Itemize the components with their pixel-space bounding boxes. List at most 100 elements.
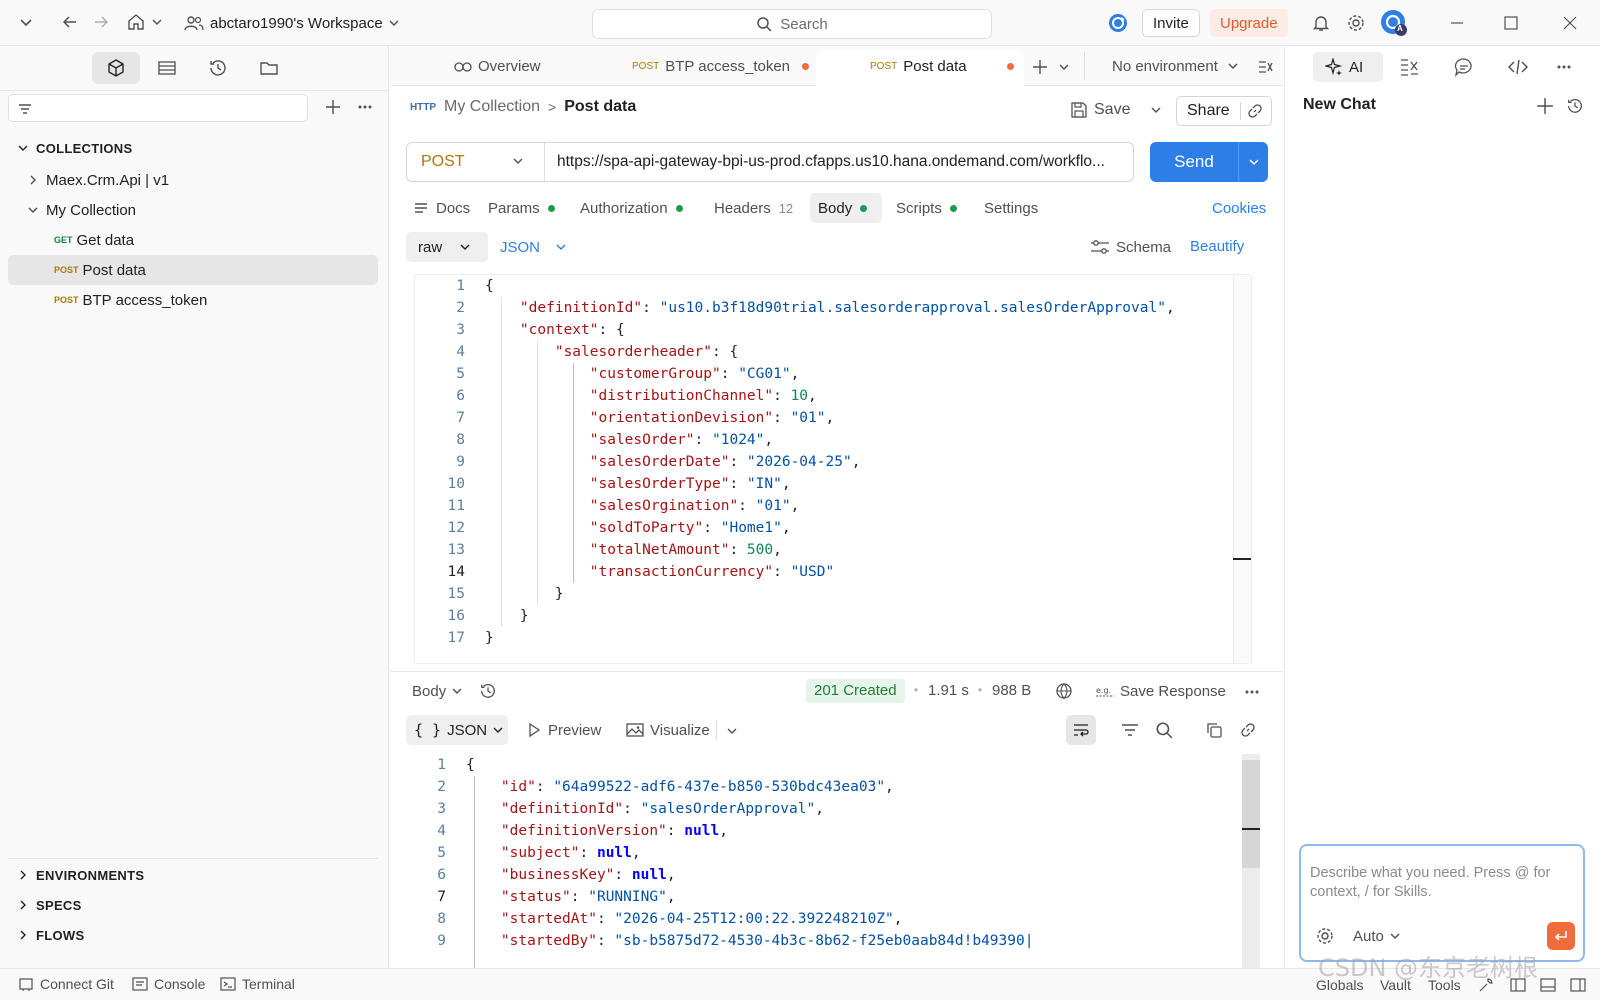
forward-arrow-icon[interactable] xyxy=(91,12,111,32)
environments-section[interactable]: ENVIRONMENTS xyxy=(18,863,144,887)
layout-right-pane-icon[interactable] xyxy=(1570,977,1586,993)
tab-body[interactable]: Body xyxy=(818,193,868,223)
more-options-icon[interactable] xyxy=(1553,56,1575,78)
chevron-down-icon[interactable] xyxy=(1056,59,1072,75)
layout-bottom-pane-icon[interactable] xyxy=(1540,977,1556,993)
scroll-thumb[interactable] xyxy=(1233,558,1251,560)
tab-post-data[interactable]: POST Post data xyxy=(870,46,1014,86)
cookies-link[interactable]: Cookies xyxy=(1212,193,1266,223)
visualize-tab[interactable]: Visualize xyxy=(626,715,710,745)
flows-section[interactable]: FLOWS xyxy=(18,923,84,947)
add-tab-icon[interactable] xyxy=(1030,57,1050,77)
tab-params[interactable]: Params xyxy=(488,193,555,223)
environment-select[interactable]: No environment xyxy=(1112,46,1238,86)
tab-authorization[interactable]: Authorization xyxy=(580,193,683,223)
workspace-switcher[interactable]: abctaro1990's Workspace xyxy=(184,10,399,36)
request-item-btp-access-token[interactable]: POST BTP access_token xyxy=(8,285,378,315)
tab-docs[interactable]: Docs xyxy=(414,193,470,223)
response-body-select[interactable]: Body xyxy=(412,676,462,706)
filter-input[interactable] xyxy=(8,94,308,122)
save-button[interactable]: Save xyxy=(1070,95,1130,125)
ai-tab[interactable]: AI xyxy=(1313,52,1383,82)
tab-scripts[interactable]: Scripts xyxy=(896,193,957,223)
tab-btp-access-token[interactable]: POST BTP access_token xyxy=(632,46,810,86)
body-format-select[interactable]: JSON xyxy=(500,232,566,262)
avatar[interactable]: A xyxy=(1380,9,1408,37)
link-icon[interactable] xyxy=(1238,720,1258,740)
terminal-button[interactable]: Terminal xyxy=(220,976,295,992)
breadcrumb-collection[interactable]: My Collection xyxy=(444,98,540,116)
upgrade-button[interactable]: Upgrade xyxy=(1210,9,1288,37)
invite-button[interactable]: Invite xyxy=(1142,9,1200,37)
gear-icon[interactable] xyxy=(1345,12,1367,34)
send-message-button[interactable] xyxy=(1547,922,1575,950)
minimize-icon[interactable] xyxy=(1446,12,1468,34)
network-icon[interactable] xyxy=(1054,681,1074,701)
back-arrow-icon[interactable] xyxy=(60,12,80,32)
save-response-button[interactable]: e.g. Save Response xyxy=(1096,676,1226,706)
history-icon[interactable] xyxy=(478,681,498,701)
chevron-down-icon[interactable] xyxy=(16,12,36,32)
request-item-get-data[interactable]: GET Get data xyxy=(8,225,378,255)
send-button[interactable]: Send xyxy=(1150,152,1238,172)
history-icon[interactable] xyxy=(207,58,229,78)
global-search-input[interactable]: Search xyxy=(592,9,992,39)
response-format-select[interactable]: { } JSON xyxy=(406,715,508,745)
mode-select[interactable]: Auto xyxy=(1353,926,1400,946)
link-icon[interactable] xyxy=(1241,103,1269,119)
history-icon[interactable] xyxy=(1565,96,1585,116)
wrap-lines-button[interactable] xyxy=(1066,715,1096,745)
collection-maex-crm-api[interactable]: Maex.Crm.Api | v1 xyxy=(8,165,378,195)
request-item-post-data[interactable]: POST Post data xyxy=(8,255,378,285)
response-body-viewer[interactable]: 123456789 { "id": "64a99522-adf6-437e-b8… xyxy=(406,754,1260,968)
scroll-thumb[interactable] xyxy=(1242,760,1260,868)
editor-scrollbar[interactable] xyxy=(1233,275,1251,663)
tab-headers[interactable]: Headers 12 xyxy=(714,193,793,223)
copy-icon[interactable] xyxy=(1204,720,1224,740)
beautify-button[interactable]: Beautify xyxy=(1190,238,1244,255)
collection-my-collection[interactable]: My Collection xyxy=(8,195,378,225)
tab-settings[interactable]: Settings xyxy=(984,193,1038,223)
chat-input[interactable]: Describe what you need. Press @ for cont… xyxy=(1310,864,1574,902)
sync-status-icon[interactable] xyxy=(1106,11,1130,35)
chevron-down-icon[interactable] xyxy=(150,14,164,30)
collections-nav-button[interactable] xyxy=(92,52,140,84)
chevron-down-icon[interactable] xyxy=(1239,157,1268,167)
variables-icon[interactable] xyxy=(1399,56,1421,78)
share-button[interactable]: Share xyxy=(1177,102,1241,120)
more-options-icon[interactable] xyxy=(1242,682,1262,702)
chevron-down-icon[interactable] xyxy=(1148,102,1164,118)
specs-section[interactable]: SPECS xyxy=(18,893,82,917)
gear-icon[interactable] xyxy=(1315,926,1335,946)
environment-quick-look-icon[interactable] xyxy=(1256,57,1276,77)
environments-icon[interactable] xyxy=(156,58,178,78)
tab-label: Scripts xyxy=(896,199,942,217)
preview-tab[interactable]: Preview xyxy=(526,715,601,745)
connect-git-button[interactable]: Connect Git xyxy=(18,976,114,992)
schema-button[interactable]: Schema xyxy=(1090,232,1171,262)
url-input[interactable]: https://spa-api-gateway-bpi-us-prod.cfap… xyxy=(557,153,1127,173)
new-chat-icon[interactable] xyxy=(1535,96,1555,116)
console-button[interactable]: Console xyxy=(132,976,205,992)
tab-overview[interactable]: Overview xyxy=(454,46,541,86)
method-select[interactable]: POST xyxy=(407,143,545,181)
filter-icon[interactable] xyxy=(1120,720,1140,740)
more-options-icon[interactable] xyxy=(354,96,376,118)
response-time[interactable]: 1.91 s xyxy=(928,682,969,699)
add-icon[interactable] xyxy=(322,96,344,118)
chevron-down-icon[interactable] xyxy=(724,723,740,739)
folder-icon[interactable] xyxy=(258,58,280,78)
bell-icon[interactable] xyxy=(1310,12,1332,34)
response-size[interactable]: 988 B xyxy=(992,682,1031,699)
request-body-editor[interactable]: 1 2 3 4 5 6 7 8 9 10 11 12 13 14 15 16 17 { "definitionI… xyxy=(414,274,1252,664)
status-badge[interactable]: 201 Created xyxy=(806,679,905,703)
maximize-icon[interactable] xyxy=(1500,12,1522,34)
method-badge: POST xyxy=(54,295,79,305)
home-icon[interactable] xyxy=(126,12,146,32)
collections-header[interactable]: COLLECTIONS xyxy=(18,136,132,160)
code-icon[interactable] xyxy=(1507,56,1529,78)
search-icon[interactable] xyxy=(1154,720,1174,740)
body-mode-select[interactable]: raw xyxy=(406,232,488,262)
close-icon[interactable] xyxy=(1559,12,1581,34)
comments-icon[interactable] xyxy=(1453,56,1475,78)
